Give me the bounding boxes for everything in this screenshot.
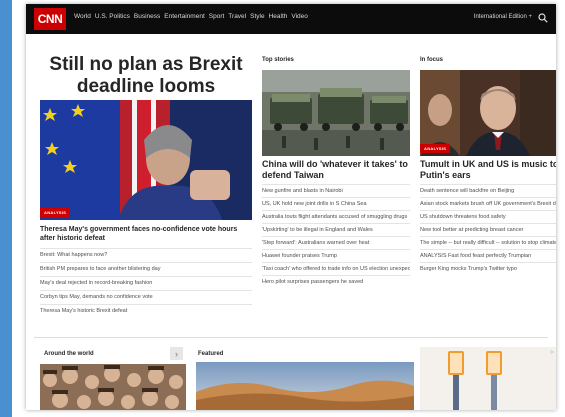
chevron-right-icon[interactable]: › bbox=[170, 347, 183, 360]
nav-link-sport[interactable]: Sport bbox=[209, 13, 225, 20]
in-focus-image-putin[interactable]: ANALYSIS bbox=[420, 70, 556, 156]
nav-link-business[interactable]: Business bbox=[134, 13, 160, 20]
hero-caption[interactable]: Theresa May's government faces no-confid… bbox=[40, 226, 252, 243]
nav-links: World U.S. Politics Business Entertainment S… bbox=[74, 13, 308, 20]
list-item[interactable]: ANALYSIS Fast food feast perfectly Trump… bbox=[420, 249, 556, 262]
left-accent-bar bbox=[0, 0, 12, 417]
screenshot-frame: CNN World U.S. Politics Business Entertainm… bbox=[0, 0, 565, 417]
hero-headline[interactable]: Still no plan as Brexit deadline looms bbox=[40, 54, 252, 98]
advertisement-razors[interactable]: ▷ bbox=[420, 347, 556, 410]
list-item[interactable]: British PM prepares to face another blis… bbox=[40, 262, 252, 276]
in-focus-title[interactable]: Tumult in UK and US is music to Putin's … bbox=[420, 159, 556, 180]
list-item[interactable]: New tool better at predicting breast can… bbox=[420, 223, 556, 236]
list-item[interactable]: The simple -- but really difficult -- so… bbox=[420, 236, 556, 249]
edition-selector[interactable]: International Edition + bbox=[474, 14, 532, 20]
nav-link-travel[interactable]: Travel bbox=[228, 13, 246, 20]
top-stories-header: Top stories bbox=[262, 57, 294, 63]
top-stories-list: New gunfire and blasts in Nairobi US, UK… bbox=[262, 184, 410, 288]
desert-photo bbox=[196, 362, 414, 410]
top-navigation-bar: CNN World U.S. Politics Business Entertainm… bbox=[26, 4, 556, 34]
list-item[interactable]: 'Step forward': Australians warned over … bbox=[262, 236, 410, 249]
in-focus-header: In focus bbox=[420, 57, 444, 63]
nav-link-u-s-politics[interactable]: U.S. Politics bbox=[95, 13, 130, 20]
top-stories-image[interactable] bbox=[262, 70, 410, 156]
list-item[interactable]: Brexit: What happens now? bbox=[40, 248, 252, 262]
section-divider bbox=[34, 337, 548, 338]
crowd-photo bbox=[40, 364, 186, 410]
razor-ad-photo bbox=[420, 347, 556, 410]
military-trucks-photo bbox=[262, 70, 410, 156]
list-item[interactable]: US, UK hold new joint drills in S China … bbox=[262, 197, 410, 210]
nav-link-health[interactable]: Health bbox=[269, 13, 288, 20]
around-the-world-image[interactable] bbox=[40, 364, 186, 410]
nav-link-video[interactable]: Video bbox=[291, 13, 308, 20]
cnn-homepage: CNN World U.S. Politics Business Entertainm… bbox=[26, 4, 556, 410]
list-item[interactable]: 'Taxi coach' who offered to trade info o… bbox=[262, 262, 410, 275]
cnn-logo[interactable]: CNN bbox=[34, 8, 66, 30]
nav-link-style[interactable]: Style bbox=[250, 13, 264, 20]
in-focus-list: Death sentence will backfire on Beijing … bbox=[420, 184, 556, 275]
list-item[interactable]: Corbyn tips May, demands no confidence v… bbox=[40, 290, 252, 304]
list-item[interactable]: Death sentence will backfire on Beijing bbox=[420, 184, 556, 197]
around-the-world-header: Around the world bbox=[44, 351, 94, 357]
nav-link-world[interactable]: World bbox=[74, 13, 91, 20]
ad-choices-icon[interactable]: ▷ bbox=[551, 349, 554, 354]
list-item[interactable]: May's deal rejected in record-breaking f… bbox=[40, 276, 252, 290]
list-item[interactable]: New gunfire and blasts in Nairobi bbox=[262, 184, 410, 197]
top-stories-title[interactable]: China will do 'whatever it takes' to def… bbox=[262, 159, 410, 180]
list-item[interactable]: Hero pilot surprises passengers he saved bbox=[262, 275, 410, 288]
list-item[interactable]: Huawei founder praises Trump bbox=[262, 249, 410, 262]
search-icon[interactable] bbox=[538, 13, 548, 23]
hero-photo bbox=[40, 100, 252, 220]
list-item[interactable]: US shutdown threatens food safety bbox=[420, 210, 556, 223]
list-item[interactable]: Theresa May's historic Brexit defeat bbox=[40, 304, 252, 318]
hero-image-theresa-may[interactable]: ANALYSIS bbox=[40, 100, 252, 220]
analysis-badge: ANALYSIS bbox=[40, 208, 71, 217]
list-item[interactable]: 'Upskirting' to be illegal in England an… bbox=[262, 223, 410, 236]
hero-related-list: Brexit: What happens now? British PM pre… bbox=[40, 248, 252, 318]
list-item[interactable]: Burger King mocks Trump's Twitter typo bbox=[420, 262, 556, 275]
analysis-badge: ANALYSIS bbox=[420, 144, 451, 153]
nav-link-entertainment[interactable]: Entertainment bbox=[164, 13, 204, 20]
list-item[interactable]: Australia touts flight attendants accuse… bbox=[262, 210, 410, 223]
list-item[interactable]: Asian stock markets brush off UK governm… bbox=[420, 197, 556, 210]
featured-image-desert[interactable] bbox=[196, 362, 414, 410]
featured-header: Featured bbox=[198, 351, 224, 357]
